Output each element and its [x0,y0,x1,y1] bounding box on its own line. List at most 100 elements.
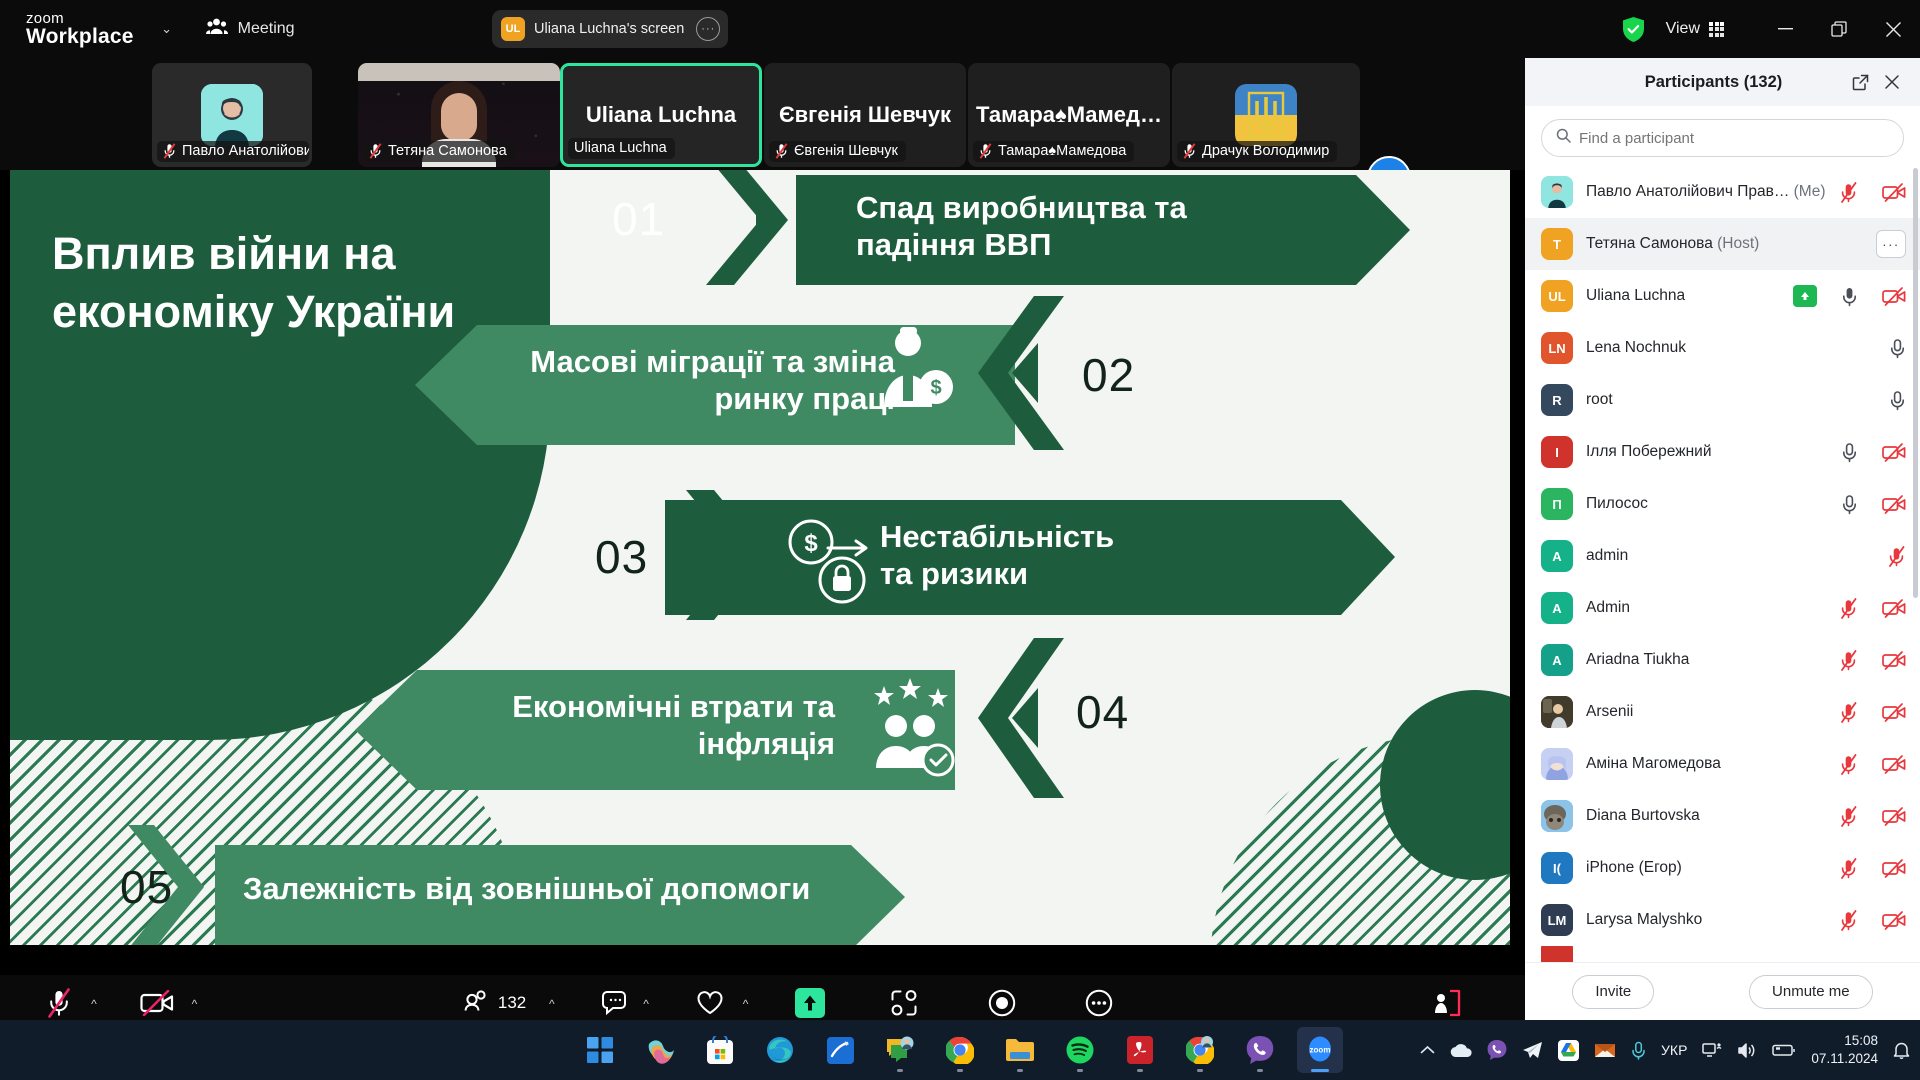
start-button[interactable] [577,1027,623,1073]
bell-icon[interactable] [1893,1041,1910,1060]
thumbnail-participant-0[interactable]: Павло Анатолійович … [152,63,312,167]
thumbnail-participant-3[interactable]: Євгенія Шевчук Євгенія Шевчук [764,63,966,167]
zoom-icon[interactable]: zoom [1297,1027,1343,1073]
mic-on-icon[interactable] [1841,494,1858,515]
viber-tray-icon[interactable] [1487,1040,1507,1060]
participant-row-15[interactable] [1525,946,1920,962]
mic-muted-icon[interactable] [1887,545,1906,567]
participant-row-2[interactable]: UL Uliana Luchna [1525,270,1920,322]
show-hidden-icons[interactable] [1420,1045,1435,1056]
microsoft-store-icon[interactable] [697,1027,743,1073]
video-off-icon[interactable] [1882,182,1906,202]
participants-scrollbar[interactable] [1913,168,1918,598]
chrome-icon[interactable] [937,1027,983,1073]
video-off-icon[interactable] [1882,806,1906,826]
participant-row-3[interactable]: LN Lena Nochnuk [1525,322,1920,374]
participants-options-caret[interactable]: ^ [549,997,555,1011]
mic-off-icon [46,988,72,1019]
shield-check-icon[interactable] [1622,17,1644,42]
telegram-icon[interactable] [1522,1041,1543,1060]
thumbnail-participant-2[interactable]: Uliana Luchna Uliana Luchna [560,63,762,167]
video-off-icon[interactable] [1882,754,1906,774]
participant-row-4[interactable]: R root [1525,374,1920,426]
unmute-me-button[interactable]: Unmute me [1749,974,1873,1009]
participant-row-12[interactable]: Diana Burtovska [1525,790,1920,842]
thumbnail-participant-5[interactable]: Драчук Володимир [1172,63,1360,167]
minimize-button[interactable] [1758,0,1812,58]
view-button[interactable]: View [1666,20,1724,38]
acrobat-icon[interactable] [1117,1027,1163,1073]
mic-on-icon[interactable] [1841,442,1858,463]
video-off-icon[interactable] [1882,494,1906,514]
copilot-icon[interactable] [637,1027,683,1073]
react-options-caret[interactable]: ^ [743,997,749,1011]
meeting-tab[interactable]: Meeting [205,18,295,40]
invite-button[interactable]: Invite [1572,974,1655,1009]
language-indicator[interactable]: УКР [1661,1042,1687,1058]
popout-icon[interactable] [1846,68,1874,96]
file-explorer-icon[interactable] [997,1027,1043,1073]
workplace-dropdown-caret[interactable]: ⌄ [154,21,180,37]
onenote-icon[interactable] [817,1027,863,1073]
search-input[interactable] [1579,129,1889,147]
edge-icon[interactable] [757,1027,803,1073]
participant-row-0[interactable]: Павло Анатолійович Прав… (Me) [1525,166,1920,218]
messenger-icon[interactable] [877,1027,923,1073]
mail-tray-icon[interactable] [1594,1042,1616,1059]
mic-muted-icon[interactable] [1839,805,1858,827]
onedrive-icon[interactable] [1450,1043,1472,1058]
participant-row-11[interactable]: Аміна Магомедова [1525,738,1920,790]
shared-screen-area[interactable]: Вплив війни на економіку України 01 Спад… [10,170,1510,945]
chrome-2-icon[interactable] [1177,1027,1223,1073]
mic-muted-icon[interactable] [1839,649,1858,671]
mic-muted-icon[interactable] [1839,701,1858,723]
battery-icon[interactable] [1772,1043,1796,1057]
mic-muted-icon[interactable] [1839,909,1858,931]
participant-row-8[interactable]: A Admin [1525,582,1920,634]
video-off-icon[interactable] [1882,650,1906,670]
participant-row-14[interactable]: LM Larysa Malyshko [1525,894,1920,946]
participant-row-7[interactable]: A admin [1525,530,1920,582]
sharing-more-icon[interactable]: ··· [696,17,721,41]
chat-options-caret[interactable]: ^ [643,997,649,1011]
mic-muted-icon[interactable] [1839,857,1858,879]
close-button[interactable] [1866,0,1920,58]
mic-muted-icon[interactable] [1839,181,1858,203]
thumbnail-participant-4[interactable]: Тамара♠Мамед… Тамара♠Мамедова [968,63,1170,167]
video-off-icon[interactable] [1882,910,1906,930]
video-options-caret[interactable]: ^ [192,997,198,1011]
audio-options-caret[interactable]: ^ [91,997,97,1011]
mic-muted-icon[interactable] [1839,597,1858,619]
volume-icon[interactable] [1737,1042,1757,1059]
video-off-icon[interactable] [1882,286,1906,306]
mic-off-icon [775,143,788,159]
participant-row-5[interactable]: І Ілля Побережний [1525,426,1920,478]
video-off-icon[interactable] [1882,858,1906,878]
participant-row-13[interactable]: I( iPhone (Егор) [1525,842,1920,894]
mic-on-icon[interactable] [1889,390,1906,411]
mic-on-icon[interactable] [1841,286,1858,307]
network-icon[interactable] [1702,1042,1722,1059]
participants-list[interactable]: Павло Анатолійович Прав… (Me) Т Тетяна С… [1525,166,1920,962]
participant-row-10[interactable]: Arsenii [1525,686,1920,738]
taskbar-clock[interactable]: 15:08 07.11.2024 [1811,1032,1878,1068]
spotify-icon[interactable] [1057,1027,1103,1073]
close-icon[interactable] [1878,68,1906,96]
restore-button[interactable] [1812,0,1866,58]
participant-row-1[interactable]: Т Тетяна Самонова (Host) ··· [1525,218,1920,270]
thumbnail-participant-1[interactable]: Тетяна Самонова [358,63,560,167]
participant-row-6[interactable]: П Пилосос [1525,478,1920,530]
mic-muted-icon[interactable] [1839,753,1858,775]
video-off-icon[interactable] [1882,702,1906,722]
participant-row-9[interactable]: A Ariadna Tiukha [1525,634,1920,686]
viber-icon[interactable] [1237,1027,1283,1073]
microphone-tray-icon[interactable] [1631,1041,1646,1060]
mic-on-icon[interactable] [1889,338,1906,359]
search-input-container[interactable] [1541,119,1904,157]
sharing-indicator-pill[interactable]: UL Uliana Luchna's screen ··· [492,10,729,48]
video-off-icon[interactable] [1882,442,1906,462]
chat-icon [600,988,628,1018]
video-off-icon[interactable] [1882,598,1906,618]
google-drive-icon[interactable] [1558,1039,1580,1061]
participant-more-button[interactable]: ··· [1876,230,1906,258]
